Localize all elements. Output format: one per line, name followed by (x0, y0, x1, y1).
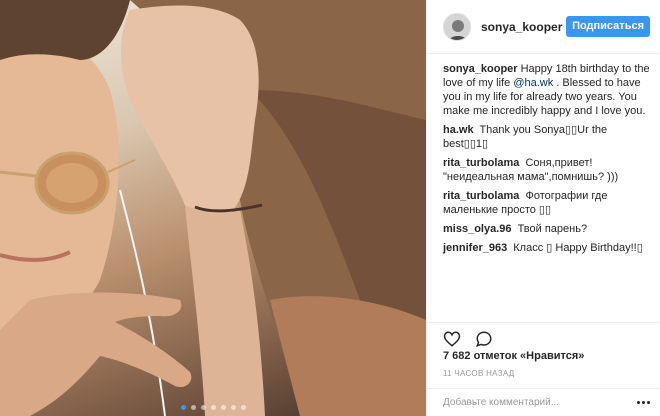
comment-text: Класс ▯ Happy Birthday!!▯ (513, 242, 643, 254)
carousel-dot[interactable] (220, 405, 226, 410)
carousel-dot-active[interactable] (180, 405, 186, 410)
avatar[interactable] (443, 12, 471, 41)
caption-username[interactable]: sonya_kooper (443, 63, 518, 75)
post-side-panel: sonya_kooper Подписаться sonya_kooper Hap… (426, 0, 660, 416)
avatar-image (444, 13, 470, 40)
post-photo[interactable] (0, 0, 426, 416)
caption: sonya_kooper Happy 18th birthday to the l… (443, 62, 650, 118)
carousel-dot[interactable] (230, 405, 236, 410)
comment-item: jennifer_963 Класс ▯ Happy Birthday!!▯ (443, 241, 650, 255)
carousel-dot[interactable] (240, 405, 246, 410)
comment-username[interactable]: rita_turbolama (443, 190, 519, 202)
add-comment-bar (427, 388, 660, 416)
carousel-dot[interactable] (210, 405, 216, 410)
likes-count[interactable]: 7 682 отметок «Нравится» (443, 350, 584, 362)
post-actions (427, 322, 660, 350)
post-timestamp[interactable]: 11 часов назад (443, 369, 514, 378)
comment-username[interactable]: ha.wk (443, 124, 474, 136)
post-header: sonya_kooper Подписаться (427, 0, 660, 54)
heart-icon[interactable] (443, 330, 461, 348)
comment-item: ha.wk Thank you Sonya▯▯Ur the best▯▯1▯ (443, 123, 650, 151)
carousel-dot[interactable] (190, 405, 196, 410)
comment-username[interactable]: rita_turbolama (443, 157, 519, 169)
comment-input[interactable] (443, 397, 637, 408)
follow-button[interactable]: Подписаться (566, 16, 650, 37)
carousel-indicator (0, 405, 426, 410)
comment-username[interactable]: jennifer_963 (443, 242, 507, 254)
comments-list: sonya_kooper Happy 18th birthday to the l… (427, 54, 660, 316)
comment-username[interactable]: miss_olya.96 (443, 223, 512, 235)
carousel-dot[interactable] (200, 405, 206, 410)
comment-item: miss_olya.96 Твой парень? (443, 222, 650, 236)
comment-text: Твой парень? (517, 223, 588, 235)
more-options-icon[interactable] (637, 400, 651, 405)
comment-item: rita_turbolama Фотографии где маленькие … (443, 189, 650, 217)
comment-icon[interactable] (475, 330, 493, 348)
comment-item: rita_turbolama Соня,привет! "неидеальная… (443, 156, 650, 184)
photo-illustration (0, 0, 426, 416)
caption-mention[interactable]: @ha.wk (513, 77, 553, 89)
header-username[interactable]: sonya_kooper (481, 20, 566, 34)
